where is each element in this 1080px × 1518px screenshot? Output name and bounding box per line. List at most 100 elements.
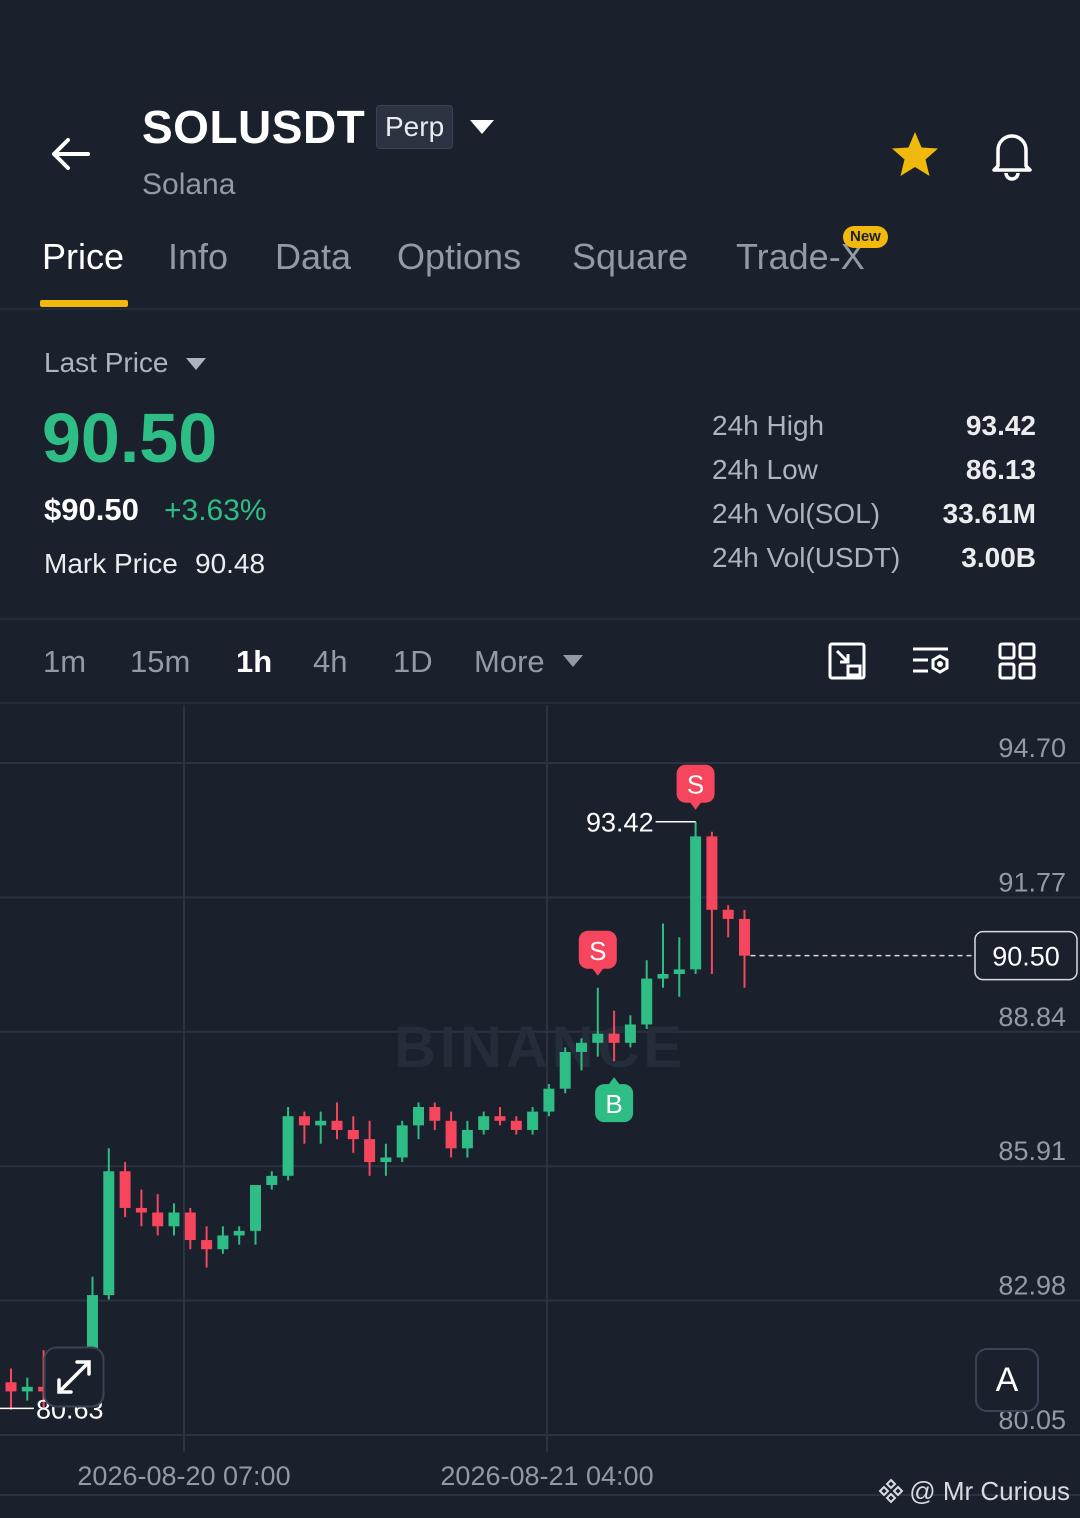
y-tick-label: 94.70: [998, 733, 1066, 763]
candle-body: [201, 1240, 213, 1250]
candle-body: [690, 836, 702, 970]
expand-icon[interactable]: [43, 1346, 105, 1408]
candle-body: [315, 1120, 327, 1126]
marker-label: S: [687, 770, 704, 800]
chart-type-icon[interactable]: [826, 640, 868, 682]
candle-body: [739, 918, 750, 956]
candlestick-chart[interactable]: BINANCE 94.7091.7788.8485.9182.9880.05 2…: [0, 705, 1080, 1518]
candle-body: [184, 1212, 196, 1241]
footer-credit: @ Mr Curious: [877, 1476, 1070, 1507]
candle-body: [298, 1116, 310, 1126]
y-tick-label: 82.98: [998, 1271, 1066, 1301]
candle-body: [543, 1088, 555, 1112]
marker-pointer: [591, 967, 604, 976]
candle-body: [559, 1051, 571, 1089]
chart-watermark: BINANCE: [394, 1015, 686, 1080]
y-axis: 94.7091.7788.8485.9182.9880.05: [998, 733, 1066, 1435]
candle-body: [21, 1386, 33, 1392]
coin-name: Solana: [142, 168, 236, 201]
chart-annotations: 93.4280.6390.50: [0, 808, 1078, 1424]
contract-type-badge: Perp: [376, 105, 454, 149]
candle-body: [478, 1116, 490, 1130]
candle-body: [461, 1129, 473, 1149]
candle-body: [576, 1042, 587, 1052]
tab-info[interactable]: Info: [168, 236, 228, 278]
candle-body: [494, 1116, 506, 1121]
indicator-settings-icon[interactable]: [910, 640, 952, 682]
candle-body: [103, 1171, 115, 1296]
stat-24h-vol-usdt-value: 3.00B: [961, 542, 1036, 573]
current-price-label: 90.50: [992, 942, 1060, 972]
stat-24h-vol-sol-value: 33.61M: [942, 498, 1036, 529]
tab-data[interactable]: Data: [275, 236, 351, 278]
y-tick-label: 85.91: [998, 1136, 1066, 1166]
candle-body: [673, 969, 685, 975]
chevron-down-icon[interactable]: [470, 120, 494, 134]
binance-logo-icon: [878, 1478, 904, 1504]
symbol-title[interactable]: SOLUSDT: [142, 100, 365, 154]
stat-24h-high-label: 24h High: [712, 410, 825, 441]
y-tick-label: 88.84: [998, 1002, 1066, 1032]
candle-body: [429, 1107, 441, 1121]
y-tick-label: 91.77: [998, 867, 1066, 897]
caret-down-icon[interactable]: [563, 655, 583, 667]
marker-label: S: [589, 936, 606, 966]
candle-body: [266, 1175, 278, 1186]
candle-body: [608, 1033, 620, 1043]
last-price-dropdown[interactable]: Last Price: [44, 347, 169, 379]
mark-price-value: 90.48: [195, 548, 266, 579]
stat-24h-low-label: 24h Low: [712, 454, 818, 485]
stat-24h-vol-usdt-label: 24h Vol(USDT): [712, 542, 901, 573]
marker-pointer: [689, 801, 702, 810]
stat-24h-low-value: 86.13: [965, 454, 1036, 485]
tab-price[interactable]: Price: [42, 236, 124, 278]
candle-body: [413, 1107, 424, 1126]
candle-body: [380, 1157, 392, 1163]
bell-icon[interactable]: [984, 126, 1040, 182]
candle-body: [217, 1235, 229, 1250]
candle-body: [592, 1033, 604, 1043]
interval-15m[interactable]: 15m: [130, 644, 190, 680]
candle-body: [168, 1212, 180, 1227]
credit-text: @ Mr Curious: [909, 1476, 1070, 1506]
last-price-value: 90.50: [42, 399, 218, 477]
interval-4h[interactable]: 4h: [313, 644, 347, 680]
candle-body: [347, 1129, 359, 1140]
auto-scale-button[interactable]: A: [975, 1348, 1039, 1412]
x-axis: 2026-08-20 07:00 2026-08-21 04:00: [77, 1461, 653, 1491]
candle-body: [510, 1120, 522, 1130]
x-tick-label: 2026-08-21 04:00: [440, 1461, 653, 1491]
interval-1h[interactable]: 1h: [236, 644, 272, 680]
candle-body: [445, 1120, 457, 1149]
interval-1d[interactable]: 1D: [393, 644, 433, 680]
candle-body: [624, 1024, 636, 1043]
stat-24h-high-value: 93.42: [965, 410, 1036, 441]
new-badge: New: [843, 226, 888, 248]
caret-down-icon[interactable]: [186, 358, 206, 370]
candle-body: [152, 1212, 164, 1227]
grid-layout-icon[interactable]: [996, 640, 1038, 682]
tab-square[interactable]: Square: [572, 236, 688, 278]
interval-1m[interactable]: 1m: [43, 644, 86, 680]
divider: [0, 618, 1080, 620]
candle-body: [641, 978, 653, 1025]
tab-options[interactable]: Options: [397, 236, 521, 278]
candle-body: [396, 1125, 408, 1158]
price-change-percent: +3.63%: [164, 494, 267, 527]
candle-body: [119, 1171, 131, 1208]
candle-body: [250, 1185, 261, 1231]
candle-body: [5, 1382, 17, 1392]
usd-price: $90.50: [44, 492, 139, 527]
candle-body: [135, 1207, 147, 1213]
star-icon[interactable]: [888, 128, 942, 182]
x-tick-label: 2026-08-20 07:00: [77, 1461, 290, 1491]
active-tab-indicator: [40, 300, 128, 307]
back-arrow-icon[interactable]: [44, 128, 96, 180]
mark-price-label: Mark Price: [44, 548, 178, 579]
interval-more[interactable]: More: [474, 644, 545, 680]
candle-body: [722, 909, 734, 919]
marker-label: B: [605, 1089, 622, 1119]
candle-body: [331, 1120, 343, 1130]
candle-body: [233, 1230, 245, 1236]
candles: [5, 821, 750, 1410]
